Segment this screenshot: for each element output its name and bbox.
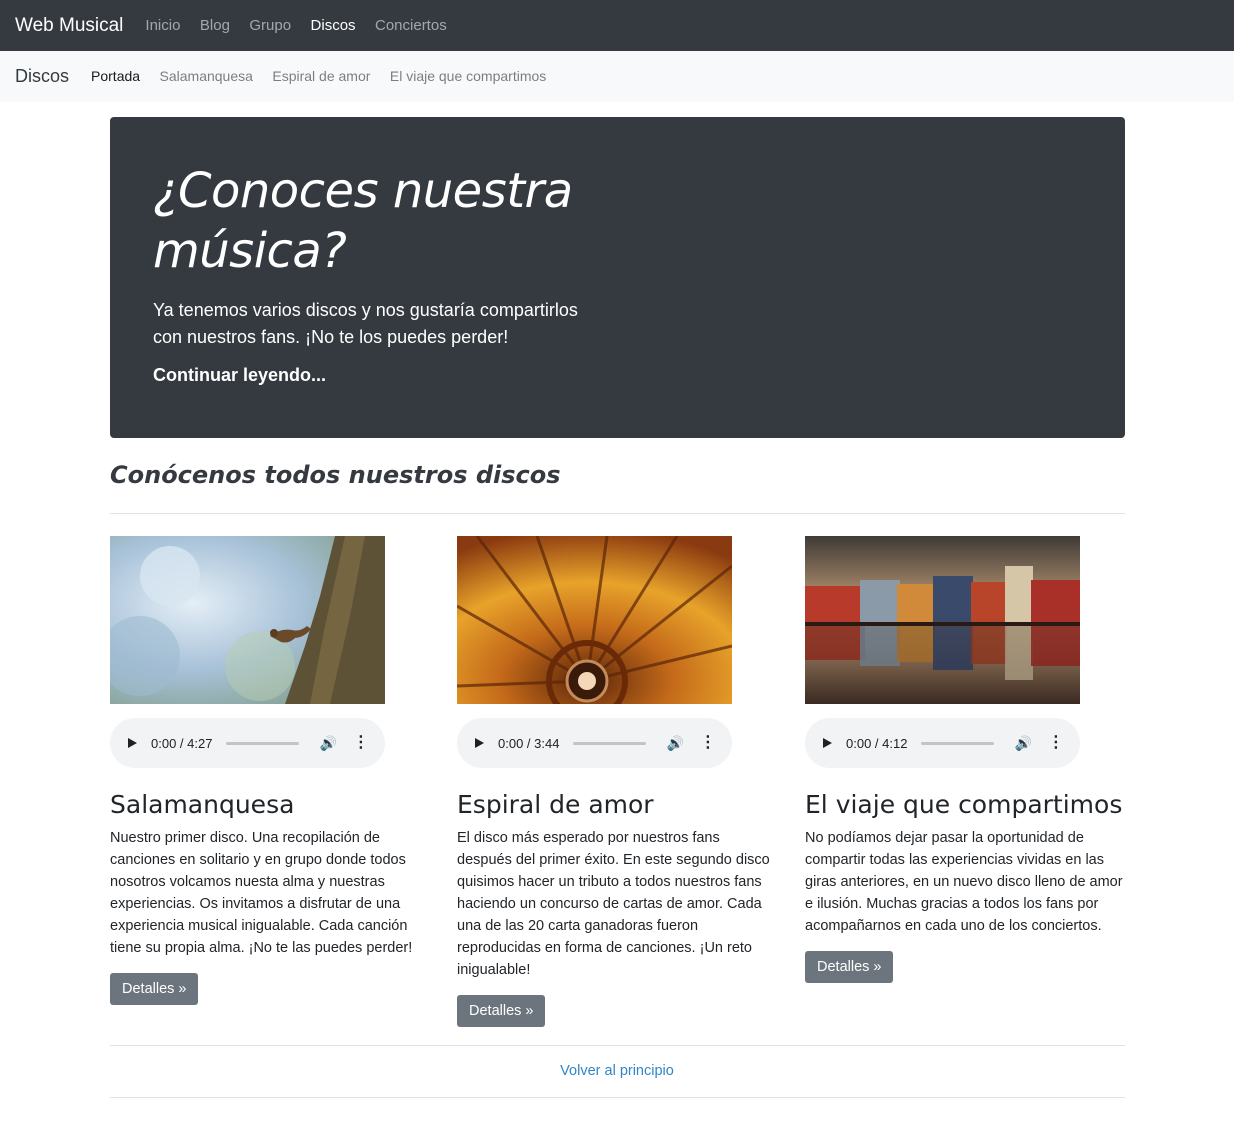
play-icon[interactable] — [823, 738, 832, 748]
main-nav: Inicio Blog Grupo Discos Conciertos — [145, 17, 461, 35]
album-card-espiral: 0:00 / 3:44 🔊 ⋮ Espiral de amor El disco… — [457, 536, 777, 1027]
volume-icon[interactable]: 🔊 — [666, 735, 683, 752]
subnav-item-espiral[interactable]: Espiral de amor — [272, 68, 370, 84]
album-cover-espiral — [457, 536, 732, 704]
audio-progress-bar[interactable] — [226, 741, 300, 745]
play-icon[interactable] — [128, 738, 137, 748]
hero-banner: ¿Conoces nuestra música? Ya tenemos vari… — [110, 117, 1125, 438]
play-icon[interactable] — [475, 738, 484, 748]
album-title: Espiral de amor — [457, 790, 654, 819]
album-cover-salamanquesa — [110, 536, 385, 704]
more-options-icon[interactable]: ⋮ — [1048, 735, 1064, 751]
volume-icon[interactable]: 🔊 — [1014, 735, 1031, 752]
footer: Volver al principio — [0, 1063, 1234, 1079]
nav-item-grupo[interactable]: Grupo — [249, 17, 291, 34]
subnav-links: Portada Salamanquesa Espiral de amor El … — [91, 68, 561, 86]
back-to-top-link[interactable]: Volver al principio — [560, 1063, 674, 1079]
more-options-icon[interactable]: ⋮ — [353, 735, 369, 751]
details-button[interactable]: Detalles » — [110, 973, 199, 1005]
divider — [110, 1097, 1125, 1098]
audio-progress-bar[interactable] — [921, 741, 995, 745]
album-title: El viaje que compartimos — [805, 790, 1123, 819]
audio-progress-bar[interactable] — [573, 741, 647, 745]
audio-time: 0:00 / 3:44 — [498, 735, 560, 751]
navbar-brand[interactable]: Web Musical — [15, 15, 123, 37]
details-button[interactable]: Detalles » — [805, 951, 894, 983]
audio-player[interactable]: 0:00 / 3:44 🔊 ⋮ — [457, 718, 732, 768]
nav-item-discos[interactable]: Discos — [311, 17, 356, 34]
album-cover-viaje — [805, 536, 1080, 704]
sub-navbar: Discos Portada Salamanquesa Espiral de a… — [0, 51, 1234, 102]
audio-player[interactable]: 0:00 / 4:12 🔊 ⋮ — [805, 718, 1080, 768]
continue-reading-link[interactable]: Continuar leyendo... — [153, 365, 326, 386]
section-title: Conócenos todos nuestros discos — [110, 461, 561, 489]
album-title: Salamanquesa — [110, 790, 295, 819]
album-description: Nuestro primer disco. Una recopilación d… — [110, 830, 413, 956]
album-card-viaje: 0:00 / 4:12 🔊 ⋮ El viaje que compartimos… — [805, 536, 1125, 983]
divider — [110, 513, 1125, 514]
divider — [110, 1045, 1125, 1046]
audio-player[interactable]: 0:00 / 4:27 🔊 ⋮ — [110, 718, 385, 768]
album-description: No podíamos dejar pasar la oportunidad d… — [805, 830, 1123, 934]
audio-time: 0:00 / 4:27 — [151, 735, 213, 751]
subnav-item-salamanquesa[interactable]: Salamanquesa — [160, 68, 253, 84]
hero-lead: Ya tenemos varios discos y nos gustaría … — [153, 300, 578, 347]
volume-icon[interactable]: 🔊 — [319, 735, 336, 752]
nav-item-inicio[interactable]: Inicio — [145, 17, 180, 34]
subnav-item-viaje[interactable]: El viaje que compartimos — [390, 68, 546, 84]
hero-title: ¿Conoces nuestra música? — [153, 163, 573, 279]
nav-item-conciertos[interactable]: Conciertos — [375, 17, 447, 34]
audio-time: 0:00 / 4:12 — [846, 735, 908, 751]
top-navbar: Web Musical Inicio Blog Grupo Discos Con… — [0, 0, 1234, 51]
album-description: El disco más esperado por nuestros fans … — [457, 830, 770, 978]
subnav-item-portada[interactable]: Portada — [91, 68, 140, 84]
more-options-icon[interactable]: ⋮ — [700, 735, 716, 751]
details-button[interactable]: Detalles » — [457, 995, 546, 1027]
subnav-title[interactable]: Discos — [15, 66, 69, 87]
album-card-salamanquesa: 0:00 / 4:27 🔊 ⋮ Salamanquesa Nuestro pri… — [110, 536, 430, 1005]
nav-item-blog[interactable]: Blog — [200, 17, 230, 34]
